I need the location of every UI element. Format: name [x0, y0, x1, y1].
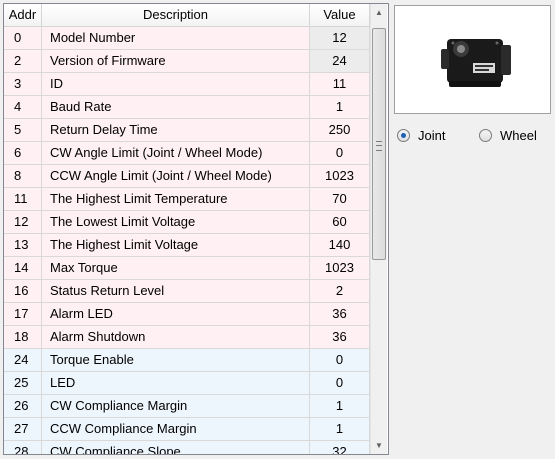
cell-addr: 0 [4, 27, 42, 49]
cell-addr: 8 [4, 165, 42, 187]
cell-value[interactable]: 0 [310, 349, 370, 371]
radio-wheel[interactable]: Wheel [479, 126, 537, 144]
cell-description: ID [42, 73, 310, 95]
table-row[interactable]: 0 Model Number 12 [4, 27, 370, 50]
cell-addr: 5 [4, 119, 42, 141]
cell-value[interactable]: 2 [310, 280, 370, 302]
cell-value[interactable]: 1 [310, 395, 370, 417]
cell-description: Max Torque [42, 257, 310, 279]
cell-description: Torque Enable [42, 349, 310, 371]
radio-joint-indicator[interactable] [397, 128, 410, 142]
cell-addr: 24 [4, 349, 42, 371]
cell-description: Baud Rate [42, 96, 310, 118]
cell-description: CW Compliance Slope [42, 441, 310, 454]
scroll-thumb[interactable] [372, 28, 386, 260]
cell-addr: 11 [4, 188, 42, 210]
cell-description: CCW Compliance Margin [42, 418, 310, 440]
cell-addr: 28 [4, 441, 42, 454]
header-value[interactable]: Value [310, 4, 370, 26]
cell-addr: 25 [4, 372, 42, 394]
cell-addr: 13 [4, 234, 42, 256]
cell-value[interactable]: 32 [310, 441, 370, 454]
table-row[interactable]: 12 The Lowest Limit Voltage 60 [4, 211, 370, 234]
radio-joint-label[interactable]: Joint [418, 128, 445, 143]
cell-value[interactable]: 140 [310, 234, 370, 256]
cell-value[interactable]: 1 [310, 418, 370, 440]
table-row[interactable]: 8 CCW Angle Limit (Joint / Wheel Mode) 102… [4, 165, 370, 188]
control-table-grid: Addr Description Value 0 Model Number 12 2 V… [4, 4, 370, 454]
cell-value[interactable]: 1023 [310, 165, 370, 187]
cell-addr: 27 [4, 418, 42, 440]
cell-description: Model Number [42, 27, 310, 49]
table-row[interactable]: 25 LED 0 [4, 372, 370, 395]
table-row[interactable]: 14 Max Torque 1023 [4, 257, 370, 280]
cell-description: The Lowest Limit Voltage [42, 211, 310, 233]
radio-joint[interactable]: Joint [397, 126, 445, 144]
table-row[interactable]: 24 Torque Enable 0 [4, 349, 370, 372]
table-row[interactable]: 5 Return Delay Time 250 [4, 119, 370, 142]
cell-addr: 16 [4, 280, 42, 302]
cell-value[interactable]: 36 [310, 326, 370, 348]
cell-description: Status Return Level [42, 280, 310, 302]
cell-description: Return Delay Time [42, 119, 310, 141]
cell-value[interactable]: 60 [310, 211, 370, 233]
cell-addr: 17 [4, 303, 42, 325]
table-row[interactable]: 27 CCW Compliance Margin 1 [4, 418, 370, 441]
cell-description: CW Angle Limit (Joint / Wheel Mode) [42, 142, 310, 164]
scroll-up-arrow-icon[interactable]: ▲ [371, 4, 387, 21]
table-row[interactable]: 4 Baud Rate 1 [4, 96, 370, 119]
servo-motor-image [441, 39, 511, 87]
table-row[interactable]: 26 CW Compliance Margin 1 [4, 395, 370, 418]
cell-value[interactable]: 36 [310, 303, 370, 325]
cell-addr: 3 [4, 73, 42, 95]
cell-addr: 14 [4, 257, 42, 279]
table-row[interactable]: 3 ID 11 [4, 73, 370, 96]
cell-value: 24 [310, 50, 370, 72]
radio-wheel-label[interactable]: Wheel [500, 128, 537, 143]
scroll-down-arrow-icon[interactable]: ▼ [371, 437, 387, 454]
table-body: 0 Model Number 12 2 Version of Firmware 24 3 ID… [4, 27, 370, 454]
cell-value: 12 [310, 27, 370, 49]
cell-value[interactable]: 1 [310, 96, 370, 118]
scroll-grip-icon [376, 141, 382, 151]
cell-value[interactable]: 1023 [310, 257, 370, 279]
cell-addr: 26 [4, 395, 42, 417]
table-row[interactable]: 6 CW Angle Limit (Joint / Wheel Mode) 0 [4, 142, 370, 165]
cell-value[interactable]: 11 [310, 73, 370, 95]
cell-value[interactable]: 0 [310, 372, 370, 394]
table-row[interactable]: 16 Status Return Level 2 [4, 280, 370, 303]
table-header: Addr Description Value [4, 4, 370, 27]
cell-addr: 2 [4, 50, 42, 72]
vertical-scrollbar[interactable]: ▲ ▼ [370, 4, 387, 454]
table-row[interactable]: 11 The Highest Limit Temperature 70 [4, 188, 370, 211]
cell-description: CW Compliance Margin [42, 395, 310, 417]
cell-description: Alarm Shutdown [42, 326, 310, 348]
radio-wheel-indicator[interactable] [479, 128, 492, 142]
mode-radio-group: Joint Wheel [397, 126, 553, 146]
servo-image-frame [394, 5, 551, 114]
cell-description: The Highest Limit Temperature [42, 188, 310, 210]
header-description[interactable]: Description [42, 4, 310, 26]
control-table[interactable]: Addr Description Value 0 Model Number 12 2 V… [3, 3, 389, 455]
cell-value[interactable]: 250 [310, 119, 370, 141]
cell-description: CCW Angle Limit (Joint / Wheel Mode) [42, 165, 310, 187]
table-row[interactable]: 18 Alarm Shutdown 36 [4, 326, 370, 349]
cell-description: The Highest Limit Voltage [42, 234, 310, 256]
cell-value[interactable]: 70 [310, 188, 370, 210]
table-row[interactable]: 17 Alarm LED 36 [4, 303, 370, 326]
table-row[interactable]: 2 Version of Firmware 24 [4, 50, 370, 73]
cell-addr: 18 [4, 326, 42, 348]
cell-description: Alarm LED [42, 303, 310, 325]
cell-value[interactable]: 0 [310, 142, 370, 164]
header-addr[interactable]: Addr [4, 4, 42, 26]
cell-addr: 12 [4, 211, 42, 233]
cell-description: LED [42, 372, 310, 394]
table-row[interactable]: 28 CW Compliance Slope 32 [4, 441, 370, 454]
cell-addr: 6 [4, 142, 42, 164]
cell-addr: 4 [4, 96, 42, 118]
cell-description: Version of Firmware [42, 50, 310, 72]
table-row[interactable]: 13 The Highest Limit Voltage 140 [4, 234, 370, 257]
